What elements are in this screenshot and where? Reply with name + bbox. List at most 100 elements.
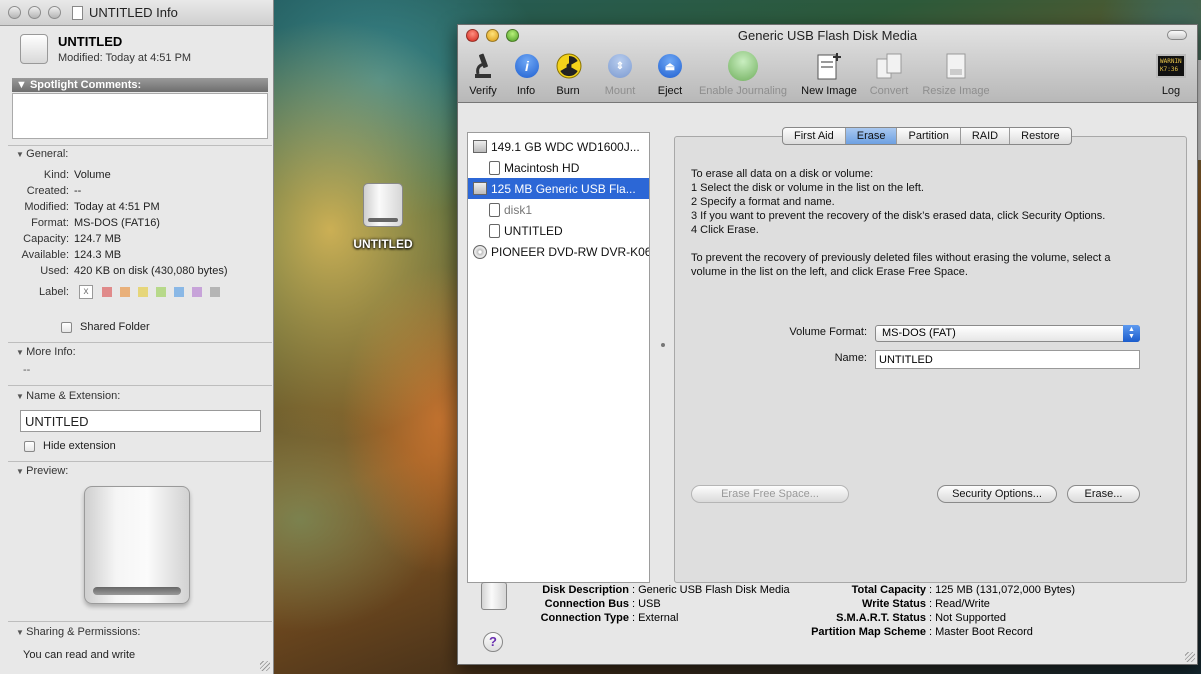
disk-info-value: Not Supported [935, 612, 1006, 624]
disk-info-row: S.M.A.R.T. Status: Not Supported [798, 611, 1075, 625]
verify-label: Verify [469, 85, 497, 97]
volume-icon [489, 223, 500, 238]
label-color-swatch[interactable] [120, 287, 130, 297]
splitter-handle[interactable] [661, 343, 665, 347]
toolbar-toggle-button[interactable] [1167, 30, 1187, 40]
general-value: 420 KB on disk (430,080 bytes) [74, 265, 228, 277]
tab-raid[interactable]: RAID [961, 128, 1011, 144]
general-value: 124.3 MB [74, 249, 122, 261]
convert-label: Convert [869, 85, 909, 97]
tab-bar: First Aid Erase Partition RAID Restore [782, 127, 1072, 145]
resize-grip[interactable] [1185, 652, 1195, 662]
name-label: Name: [834, 352, 867, 364]
hide-extension-checkbox[interactable] [24, 440, 35, 452]
resize-grip[interactable] [260, 661, 270, 671]
shared-folder-row[interactable]: Shared Folder [61, 321, 150, 333]
disk-info-value: Read/Write [935, 598, 990, 610]
hide-extension-row[interactable]: Hide extension [24, 440, 116, 452]
instruction-line: To prevent the recovery of previously de… [691, 252, 1111, 264]
label-color-swatch[interactable] [102, 287, 112, 297]
tab-first-aid[interactable]: First Aid [783, 128, 846, 144]
name-field[interactable]: UNTITLED [20, 410, 261, 432]
preview-disclosure[interactable]: Preview: [16, 465, 68, 477]
tab-partition[interactable]: Partition [897, 128, 961, 144]
disk-info-row: Connection Bus: USB [528, 597, 790, 611]
label-color-swatch[interactable] [192, 287, 202, 297]
desktop-volume-icon[interactable]: UNTITLED [352, 183, 414, 251]
erase-free-space-button[interactable]: Erase Free Space... [691, 485, 849, 503]
new-image-button[interactable]: New Image [799, 51, 859, 97]
spotlight-comments-label: Spotlight Comments: [29, 79, 142, 91]
name-extension-disclosure[interactable]: Name & Extension: [16, 390, 120, 402]
disk-info-separator: : [929, 626, 933, 638]
more-info-disclosure[interactable]: More Info: [16, 346, 76, 358]
resize-image-button[interactable]: Resize Image [919, 51, 993, 97]
tab-erase[interactable]: Erase [845, 128, 898, 144]
verify-button[interactable]: Verify [466, 51, 500, 97]
close-button[interactable] [8, 6, 21, 19]
minimize-button[interactable] [28, 6, 41, 19]
disk-list-label: UNTITLED [504, 223, 563, 238]
eject-icon: ⏏ [655, 51, 685, 81]
label-color-swatch[interactable] [138, 287, 148, 297]
log-icon: WARNIN K7:36 [1156, 51, 1186, 81]
disk-list-label: 149.1 GB WDC WD1600J... [491, 139, 640, 154]
label-color-swatch[interactable] [210, 287, 220, 297]
dvd-icon [473, 244, 487, 259]
enable-journaling-button[interactable]: Enable Journaling [696, 51, 790, 97]
general-key: Kind: [43, 169, 69, 181]
mount-button[interactable]: ⇕ Mount [602, 51, 638, 97]
shared-folder-label: Shared Folder [80, 321, 150, 333]
mount-icon: ⇕ [605, 51, 635, 81]
disk-list-label: 125 MB Generic USB Fla... [491, 181, 636, 196]
label-color-swatch[interactable] [174, 287, 184, 297]
label-color-swatch[interactable] [156, 287, 166, 297]
info-window: UNTITLED Info UNTITLED Modified: Today a… [0, 0, 274, 674]
tab-restore[interactable]: Restore [1010, 128, 1071, 144]
volume-format-label: Volume Format: [789, 326, 867, 338]
general-key: Used: [40, 265, 69, 277]
disk-info-value: USB [638, 598, 661, 610]
disk-list-item[interactable]: 149.1 GB WDC WD1600J... [468, 136, 649, 157]
info-button[interactable]: i Info [512, 51, 540, 97]
new-image-label: New Image [801, 85, 857, 97]
drive-icon [20, 34, 48, 64]
divider [8, 385, 272, 386]
disk-info-key: Write Status [862, 598, 926, 610]
disk-list-item[interactable]: Macintosh HD [468, 157, 649, 178]
disk-list[interactable]: 149.1 GB WDC WD1600J... Macintosh HD 125 M… [467, 132, 650, 583]
disk-info-value: External [638, 612, 679, 624]
convert-button[interactable]: Convert [867, 51, 911, 97]
sharing-disclosure[interactable]: Sharing & Permissions: [16, 626, 140, 638]
general-disclosure[interactable]: General: [16, 148, 68, 160]
disk-list-item[interactable]: UNTITLED [468, 220, 649, 241]
general-value: Today at 4:51 PM [74, 201, 160, 213]
security-options-button[interactable]: Security Options... [937, 485, 1057, 503]
erase-button[interactable]: Erase... [1067, 485, 1140, 503]
preview-drive-icon [84, 486, 190, 604]
instruction-line: 2 Specify a format and name. [691, 196, 835, 208]
disk-utility-window: Generic USB Flash Disk Media Verify i In… [457, 24, 1198, 665]
shared-folder-checkbox[interactable] [61, 321, 72, 333]
disk-list-item[interactable]: disk1 [468, 199, 649, 220]
volume-icon [489, 160, 500, 175]
log-button[interactable]: WARNIN K7:36 Log [1154, 51, 1188, 97]
disk-info-key: Connection Bus [544, 598, 629, 610]
burn-button[interactable]: Burn [554, 51, 582, 97]
volume-name-input[interactable]: UNTITLED [875, 350, 1140, 369]
help-button[interactable]: ? [483, 632, 503, 652]
divider [8, 342, 272, 343]
eject-button[interactable]: ⏏ Eject [655, 51, 685, 97]
instruction-line: 1 Select the disk or volume in the list … [691, 182, 924, 194]
zoom-button[interactable] [48, 6, 61, 19]
erase-instructions: To erase all data on a disk or volume: 1 … [691, 167, 1110, 279]
disk-list-item[interactable]: 125 MB Generic USB Fla... [468, 178, 649, 199]
spotlight-comments-header[interactable]: ▼ Spotlight Comments: [12, 78, 268, 92]
disk-list-label: Macintosh HD [504, 160, 580, 175]
log-icon-screen: WARNIN K7:36 [1156, 54, 1186, 78]
burn-label: Burn [556, 85, 580, 97]
spotlight-comments-field[interactable] [12, 93, 268, 139]
disk-list-item[interactable]: PIONEER DVD-RW DVR-K06 [468, 241, 649, 262]
volume-format-select[interactable]: MS-DOS (FAT) ▲ ▼ [875, 325, 1140, 342]
label-none-button[interactable]: x [79, 285, 93, 299]
